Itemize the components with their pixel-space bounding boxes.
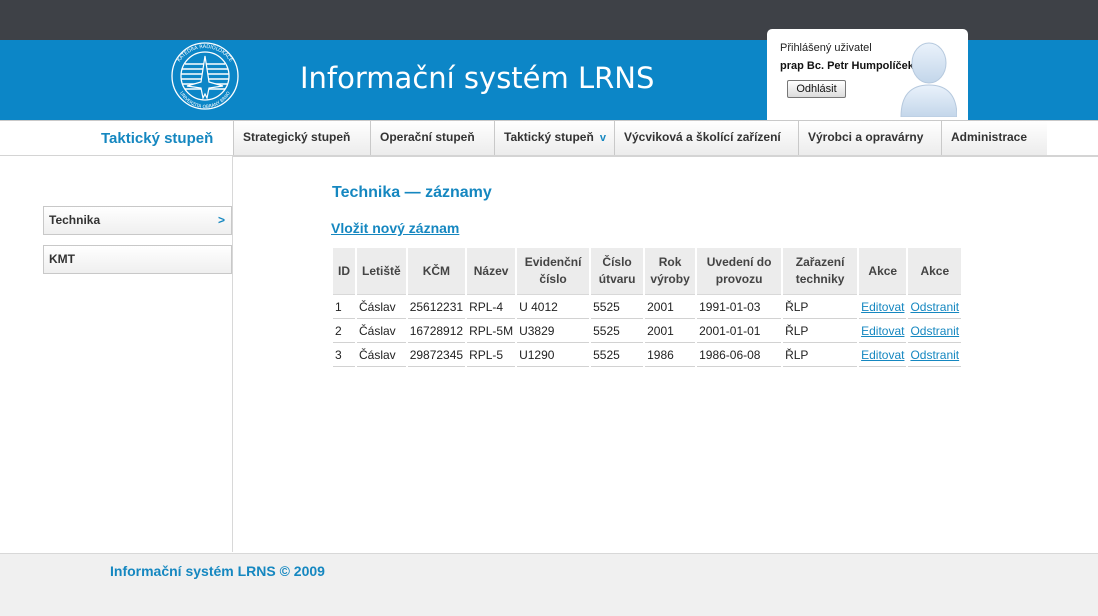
column-header-classification[interactable]: Zařazení techniky <box>783 248 858 295</box>
sidebar-divider <box>232 156 233 552</box>
user-silhouette-icon <box>897 37 958 118</box>
cell-year: 2001 <box>645 297 696 319</box>
nav-item-label: Výcviková a školící zařízení <box>624 130 781 144</box>
cell-unit: 5525 <box>591 297 644 319</box>
cell-airport: Čáslav <box>357 297 406 319</box>
table-row: 1 Čáslav 25612231 RPL-4 U 4012 5525 2001… <box>333 297 962 319</box>
nav-item-strategic[interactable]: Strategický stupeň <box>233 121 370 155</box>
records-table: ID Letiště KČM Název Evidenční číslo Čís… <box>331 246 963 369</box>
cell-commissioning: 1986-06-08 <box>697 345 782 367</box>
table-row: 2 Čáslav 16728912 RPL-5M U3829 5525 2001… <box>333 321 962 343</box>
radar-emblem-icon: KATEDRA RADIOLOKACE UNIVERZITA OBRANY BR… <box>163 42 247 110</box>
cell-registration: U3829 <box>517 321 590 343</box>
cell-commissioning: 1991-01-03 <box>697 297 782 319</box>
cell-kcm: 16728912 <box>407 321 466 343</box>
cell-registration: U 4012 <box>517 297 590 319</box>
edit-link[interactable]: Editovat <box>861 324 904 338</box>
footer: Informační systém LRNS © 2009 <box>0 553 1098 616</box>
cell-classification: ŘLP <box>783 345 858 367</box>
logout-button[interactable]: Odhlásit <box>787 80 846 98</box>
cell-name: RPL-4 <box>467 297 516 319</box>
cell-airport: Čáslav <box>357 345 406 367</box>
new-record-link[interactable]: Vložit nový záznam <box>331 220 459 236</box>
cell-classification: ŘLP <box>783 321 858 343</box>
column-header-name[interactable]: Název <box>467 248 516 295</box>
sidebar-item-label: Technika <box>49 213 101 227</box>
nav-item-label: Taktický stupeň <box>504 130 594 144</box>
column-header-id[interactable]: ID <box>333 248 355 295</box>
chevron-right-icon: > <box>217 213 225 227</box>
remove-link[interactable]: Odstranit <box>910 300 959 314</box>
column-header-action-remove: Akce <box>908 248 962 295</box>
sidebar-item-kmt[interactable]: KMT <box>43 245 232 274</box>
main-navigation: Taktický stupeň Strategický stupeň Opera… <box>0 120 1098 157</box>
nav-item-tactical[interactable]: Taktický stupeň v <box>494 121 614 155</box>
column-header-airport[interactable]: Letiště <box>357 248 406 295</box>
cell-registration: U1290 <box>517 345 590 367</box>
nav-item-manufacturers[interactable]: Výrobci a opravárny <box>798 121 941 155</box>
column-header-commissioning[interactable]: Uvedení do provozu <box>697 248 782 295</box>
cell-remove: Odstranit <box>908 297 962 319</box>
nav-item-training[interactable]: Výcviková a školící zařízení <box>614 121 798 155</box>
user-name: prap Bc. Petr Humpolíček <box>780 60 914 72</box>
cell-name: RPL-5 <box>467 345 516 367</box>
footer-copyright: Informační systém LRNS © 2009 <box>110 563 325 579</box>
column-header-registration[interactable]: Evidenční číslo <box>517 248 590 295</box>
cell-kcm: 29872345 <box>407 345 466 367</box>
table-row: 3 Čáslav 29872345 RPL-5 U1290 5525 1986 … <box>333 345 962 367</box>
nav-item-label: Výrobci a opravárny <box>808 130 924 144</box>
user-panel: Přihlášený uživatel prap Bc. Petr Humpol… <box>767 29 968 120</box>
cell-edit: Editovat <box>859 345 907 367</box>
user-label: Přihlášený uživatel <box>780 42 872 54</box>
remove-link[interactable]: Odstranit <box>910 324 959 338</box>
column-header-unit[interactable]: Číslo útvaru <box>591 248 644 295</box>
current-section-label: Taktický stupeň <box>101 130 214 147</box>
cell-remove: Odstranit <box>908 345 962 367</box>
edit-link[interactable]: Editovat <box>861 300 904 314</box>
nav-item-operational[interactable]: Operační stupeň <box>370 121 494 155</box>
cell-airport: Čáslav <box>357 321 406 343</box>
nav-item-label: Operační stupeň <box>380 130 475 144</box>
cell-year: 1986 <box>645 345 696 367</box>
cell-id: 1 <box>333 297 355 319</box>
column-header-action-edit: Akce <box>859 248 907 295</box>
column-header-year[interactable]: Rok výroby <box>645 248 696 295</box>
remove-link[interactable]: Odstranit <box>910 348 959 362</box>
sidebar: Technika > KMT <box>0 156 232 552</box>
cell-unit: 5525 <box>591 321 644 343</box>
nav-item-label: Administrace <box>951 130 1028 144</box>
cell-id: 2 <box>333 321 355 343</box>
cell-year: 2001 <box>645 321 696 343</box>
cell-unit: 5525 <box>591 345 644 367</box>
table-header-row: ID Letiště KČM Název Evidenční číslo Čís… <box>333 248 962 295</box>
cell-kcm: 25612231 <box>407 297 466 319</box>
nav-item-administration[interactable]: Administrace <box>941 121 1047 155</box>
page-title: Technika — záznamy <box>332 184 492 201</box>
cell-remove: Odstranit <box>908 321 962 343</box>
cell-classification: ŘLP <box>783 297 858 319</box>
column-header-kcm[interactable]: KČM <box>407 248 466 295</box>
nav-item-label: Strategický stupeň <box>243 130 351 144</box>
cell-commissioning: 2001-01-01 <box>697 321 782 343</box>
site-title: Informační systém LRNS <box>300 61 655 95</box>
cell-edit: Editovat <box>859 321 907 343</box>
cell-id: 3 <box>333 345 355 367</box>
cell-edit: Editovat <box>859 297 907 319</box>
cell-name: RPL-5M <box>467 321 516 343</box>
sidebar-item-technika[interactable]: Technika > <box>43 206 232 235</box>
chevron-down-icon: v <box>599 132 606 144</box>
sidebar-item-label: KMT <box>49 252 75 266</box>
edit-link[interactable]: Editovat <box>861 348 904 362</box>
